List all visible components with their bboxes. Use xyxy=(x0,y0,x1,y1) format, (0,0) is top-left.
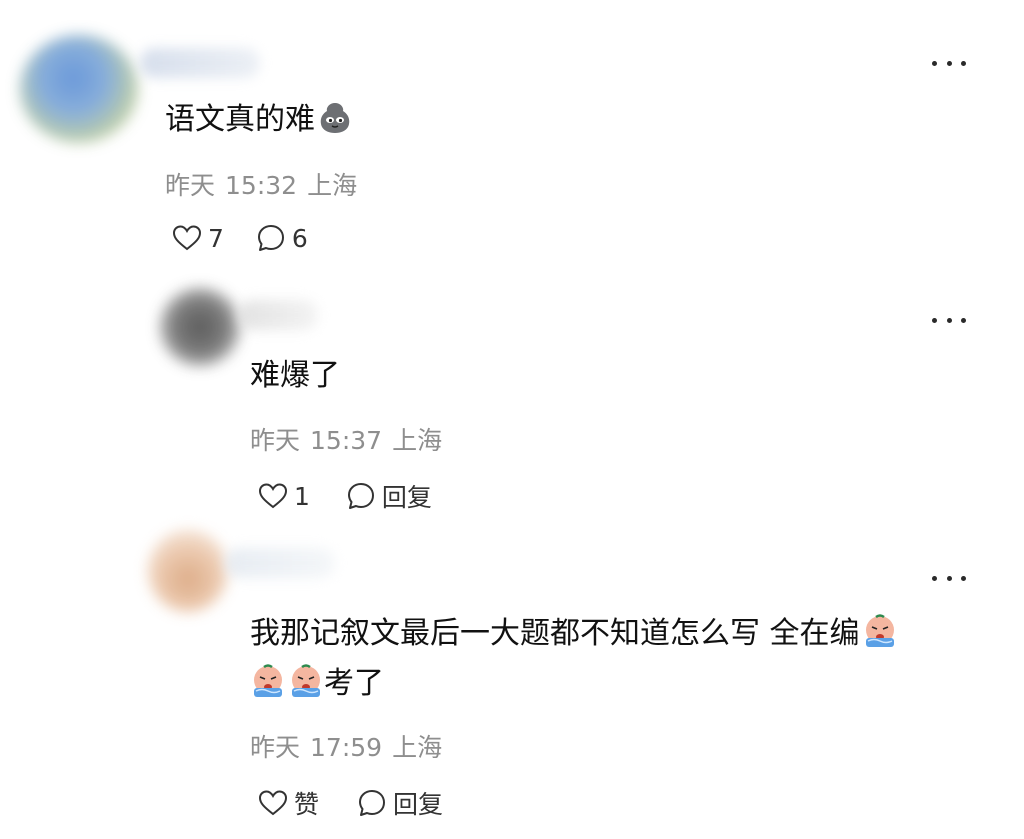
comment-text-line2: 考了 xyxy=(250,660,384,708)
more-options-button[interactable] xyxy=(932,570,966,586)
comment-body-line1: 我那记叙文最后一大题都不知道怎么写 全在编 xyxy=(250,616,860,651)
comment-text: 难爆了 xyxy=(250,352,340,400)
comment-meta: 昨天 17:59 上海 xyxy=(250,728,442,764)
like-count: 7 xyxy=(208,223,224,253)
comment-location: 上海 xyxy=(392,733,443,762)
comment-actions: 7 6 xyxy=(172,223,308,253)
comment-bubble-icon xyxy=(347,483,374,509)
avatar[interactable] xyxy=(148,530,228,612)
comment-actions: 赞 回复 xyxy=(258,785,443,821)
reply-button[interactable]: 6 xyxy=(256,223,308,253)
comment-location: 上海 xyxy=(307,171,358,200)
smug-face-emoji-icon xyxy=(320,103,350,133)
comment-time: 15:32 xyxy=(225,171,298,200)
dot-icon xyxy=(961,60,966,66)
comment-meta: 昨天 15:32 上海 xyxy=(165,166,357,202)
heart-icon xyxy=(172,225,202,251)
crying-face-emoji-icon xyxy=(292,664,320,697)
like-button[interactable]: 7 xyxy=(172,224,224,253)
reply-label: 回复 xyxy=(393,790,444,819)
like-count: 1 xyxy=(294,481,310,511)
more-options-button[interactable] xyxy=(932,312,966,328)
dot-icon xyxy=(932,575,937,581)
dot-icon xyxy=(961,317,966,323)
crying-face-emoji-icon xyxy=(865,614,894,647)
comment-body: 难爆了 xyxy=(250,358,340,393)
crying-face-emoji-icon xyxy=(254,664,282,697)
comment-bubble-icon xyxy=(257,225,284,251)
username-redacted[interactable] xyxy=(140,48,260,78)
comment-body: 语文真的难 xyxy=(165,102,315,137)
comment-text: 我那记叙文最后一大题都不知道怎么写 全在编 xyxy=(250,610,898,658)
comment-time: 17:59 xyxy=(310,733,383,762)
like-label: 赞 xyxy=(294,790,320,819)
username-redacted[interactable] xyxy=(238,300,318,330)
dot-icon xyxy=(932,317,937,323)
comment-date: 昨天 xyxy=(250,426,301,455)
dot-icon xyxy=(946,60,952,66)
comment-date: 昨天 xyxy=(250,733,301,762)
avatar[interactable] xyxy=(20,35,138,143)
username-redacted[interactable] xyxy=(225,548,335,578)
reply-count: 6 xyxy=(291,223,308,253)
dot-icon xyxy=(946,575,952,581)
comment-bubble-icon xyxy=(359,790,386,816)
more-options-button[interactable] xyxy=(932,55,966,71)
reply-button[interactable]: 回复 xyxy=(357,785,443,821)
comment-body-line2: 考了 xyxy=(324,666,384,701)
comment-text: 语文真的难 xyxy=(165,96,353,144)
comment-time: 15:37 xyxy=(310,426,383,455)
like-button[interactable]: 1 xyxy=(258,482,310,511)
avatar[interactable] xyxy=(160,288,240,366)
heart-icon xyxy=(258,483,288,509)
comment-actions: 1 回复 xyxy=(258,478,432,514)
comment-location: 上海 xyxy=(392,426,443,455)
like-button[interactable]: 赞 xyxy=(258,785,319,821)
reply-label: 回复 xyxy=(381,483,432,512)
dot-icon xyxy=(946,317,952,323)
comment-date: 昨天 xyxy=(165,171,216,200)
dot-icon xyxy=(961,575,966,581)
comment-meta: 昨天 15:37 上海 xyxy=(250,421,442,457)
dot-icon xyxy=(932,60,937,66)
reply-button[interactable]: 回复 xyxy=(346,478,432,514)
heart-icon xyxy=(258,790,288,816)
